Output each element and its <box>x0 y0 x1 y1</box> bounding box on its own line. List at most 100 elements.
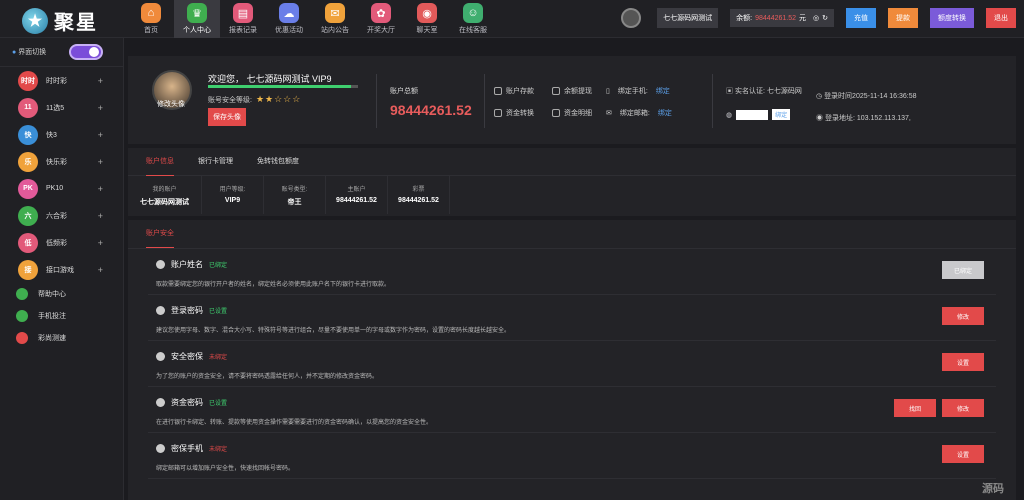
sidebar-game-item[interactable]: 乐快乐彩 + <box>0 148 123 175</box>
save-avatar-button[interactable]: 保存头像 <box>208 108 246 126</box>
security-desc: 取款需要绑定您的银行开户者的姓名，绑定姓名必须使用此账户名下的银行卡进行取款。 <box>156 282 391 288</box>
account-tab[interactable]: 免转钱包额度 <box>257 148 299 176</box>
sidebar-game-item[interactable]: 11 11选5 + <box>0 94 123 121</box>
security-action-button[interactable]: 设置 <box>942 445 984 463</box>
nav-icon: ✉ <box>325 3 345 23</box>
info-value: 帝王 <box>287 199 302 206</box>
tab-account-security[interactable]: 账户安全 <box>146 220 174 248</box>
link-icon <box>16 288 28 300</box>
logo-icon: ★ <box>22 7 48 34</box>
theme-toggle[interactable] <box>69 44 103 60</box>
account-tab[interactable]: 银行卡管理 <box>198 148 233 176</box>
security-action-button[interactable]: 已绑定 <box>942 261 984 279</box>
nav-label: 在线客服 <box>459 27 487 34</box>
account-tab[interactable]: 账户信息 <box>146 148 174 176</box>
sidebar-game-item[interactable]: 低低频彩 + <box>0 229 123 256</box>
bind-phone-link[interactable]: 绑定 <box>656 86 670 96</box>
link-label: 手机投注 <box>38 313 66 320</box>
security-action-button[interactable]: 修改 <box>942 307 984 325</box>
nav-icon: ⌂ <box>141 3 161 23</box>
sidebar-game-item[interactable]: PK PK10 + <box>0 175 123 202</box>
security-action-button[interactable]: 设置 <box>942 353 984 371</box>
game-icon: 时时 <box>18 70 38 91</box>
logo[interactable]: ★ 聚星 <box>22 6 98 35</box>
sidebar-link[interactable]: 手机投注 <box>0 305 123 327</box>
game-label: 快乐彩 <box>46 158 67 166</box>
main-nav: ⌂ 首页 ♛ 个人中心 ▤ 报表记录 ☁ 优惠活动 ✉ 站内公告 ✿ 开奖大厅 ◉ 聊天室 ☺ 在线客服 <box>128 0 496 38</box>
expand-icon[interactable]: + <box>98 184 103 194</box>
refresh-icon[interactable]: ↻ <box>822 14 828 22</box>
avatar[interactable] <box>621 8 642 28</box>
funds-detail-link[interactable]: 资金明细 <box>552 108 610 118</box>
account-tabs: 账户信息 银行卡管理 免转钱包额度 <box>128 148 1016 176</box>
expand-icon[interactable]: + <box>98 130 103 140</box>
security-title: 资金密码 已设置 <box>156 397 227 408</box>
nav-label: 聊天室 <box>416 27 438 34</box>
link-icon <box>16 332 28 344</box>
security-desc: 绑定邮箱可以增加账户安全性，快速找回帐号密码。 <box>156 466 295 472</box>
game-label: 接口游戏 <box>46 266 74 274</box>
transfer-link[interactable]: 资金转换 <box>494 108 552 118</box>
login-time: ◷ 登录时间2025-11-14 16:36:58 <box>816 93 917 100</box>
nav-label: 报表记录 <box>229 27 257 34</box>
nav-item[interactable]: ☁ 优惠活动 <box>266 0 312 38</box>
nav-item[interactable]: ▤ 报表记录 <box>220 0 266 38</box>
expand-icon[interactable]: + <box>98 157 103 167</box>
brand-name: 聚星 <box>54 12 98 34</box>
withdraw-link[interactable]: 余额提现 <box>552 86 610 96</box>
realname-info: ▣ 实名认证: 七七源码网 <box>726 88 802 95</box>
security-action-button[interactable]: 修改 <box>942 399 984 417</box>
sidebar-game-item[interactable]: 快快3 + <box>0 121 123 148</box>
transfer-button[interactable]: 额度转换 <box>930 8 974 28</box>
info-key: 彩票 <box>412 187 425 193</box>
email-icon: ✉ <box>606 110 612 117</box>
expand-icon[interactable]: + <box>98 211 103 221</box>
nav-icon: ♛ <box>187 3 207 23</box>
transfer-icon <box>494 109 502 117</box>
lock-icon <box>156 306 165 315</box>
security-level: 账号安全等级: ★★☆☆☆ <box>208 94 302 104</box>
security-title: 密保手机 未绑定 <box>156 443 227 454</box>
qq-bind-button[interactable]: 绑定 <box>772 109 791 120</box>
deposit-link[interactable]: 账户存款 <box>494 86 552 96</box>
nav-item[interactable]: ◉ 聊天室 <box>404 0 450 38</box>
account-info-row: 我的账户 七七源码网测试 用户等级: VIP9 账号类型: 帝王 主账户 98444261.5… <box>128 176 1016 214</box>
sidebar-link[interactable]: 帮助中心 <box>0 283 123 305</box>
nav-item[interactable]: ✉ 站内公告 <box>312 0 358 38</box>
qq-bind: ◍ 绑定 <box>726 109 791 120</box>
qq-input[interactable] <box>736 109 769 120</box>
logout-button[interactable]: 退出 <box>986 8 1016 28</box>
security-title: 账户姓名 已绑定 <box>156 259 227 270</box>
qq-icon: ◍ <box>726 111 733 119</box>
expand-icon[interactable]: + <box>98 76 103 86</box>
nav-item[interactable]: ♛ 个人中心 <box>174 0 220 38</box>
nav-label: 开奖大厅 <box>367 27 395 34</box>
nav-item[interactable]: ☺ 在线客服 <box>450 0 496 38</box>
game-icon: 快 <box>18 124 38 145</box>
nav-icon: ◉ <box>417 3 437 23</box>
security-item: 资金密码 已设置 在进行银行卡绑定、转账、提款等使用资金操作需要需要进行的资金密码… <box>148 387 996 433</box>
sidebar-link[interactable]: 彩尚测速 <box>0 327 123 349</box>
bind-info: ▯ 绑定手机: 绑定 ✉ 绑定邮箱: 绑定 <box>606 86 672 118</box>
charge-button[interactable]: 充值 <box>846 8 876 28</box>
bind-email-link[interactable]: 绑定 <box>658 108 672 118</box>
id-icon: ▣ <box>726 88 733 95</box>
expand-icon[interactable]: + <box>98 238 103 248</box>
security-item: 账户姓名 已绑定 取款需要绑定您的银行开户者的姓名，绑定姓名必须使用此账户名下的银… <box>148 249 996 295</box>
nav-item[interactable]: ✿ 开奖大厅 <box>358 0 404 38</box>
game-list: 时时 时时彩 +11 11选5 + 快快3 + 乐快乐彩 + PK PK10 + 六六合彩 + 低低频彩 + 接… <box>0 67 123 283</box>
sidebar-game-item[interactable]: 六六合彩 + <box>0 202 123 229</box>
expand-icon[interactable]: + <box>98 265 103 275</box>
nav-item[interactable]: ⌂ 首页 <box>128 0 174 38</box>
sidebar-game-item[interactable]: 时时 时时彩 + <box>0 67 123 94</box>
expand-icon[interactable]: + <box>98 103 103 113</box>
game-label: PK10 <box>46 185 64 192</box>
recover-button[interactable]: 找回 <box>894 399 936 417</box>
top-bar: ★ 聚星 ⌂ 首页 ♛ 个人中心 ▤ 报表记录 ☁ 优惠活动 ✉ 站内公告 ✿ 开奖大厅 ◉ 聊天室 ☺ 在线… <box>0 0 1024 38</box>
withdraw-button[interactable]: 提款 <box>888 8 918 28</box>
info-cell: 主账户 98444261.52 <box>326 176 388 214</box>
edit-avatar-label[interactable]: 修改头像 <box>157 99 185 109</box>
game-icon: 乐 <box>18 151 38 172</box>
eye-icon[interactable]: ◎ <box>813 14 819 22</box>
sidebar-game-item[interactable]: 接接口游戏 + <box>0 256 123 283</box>
